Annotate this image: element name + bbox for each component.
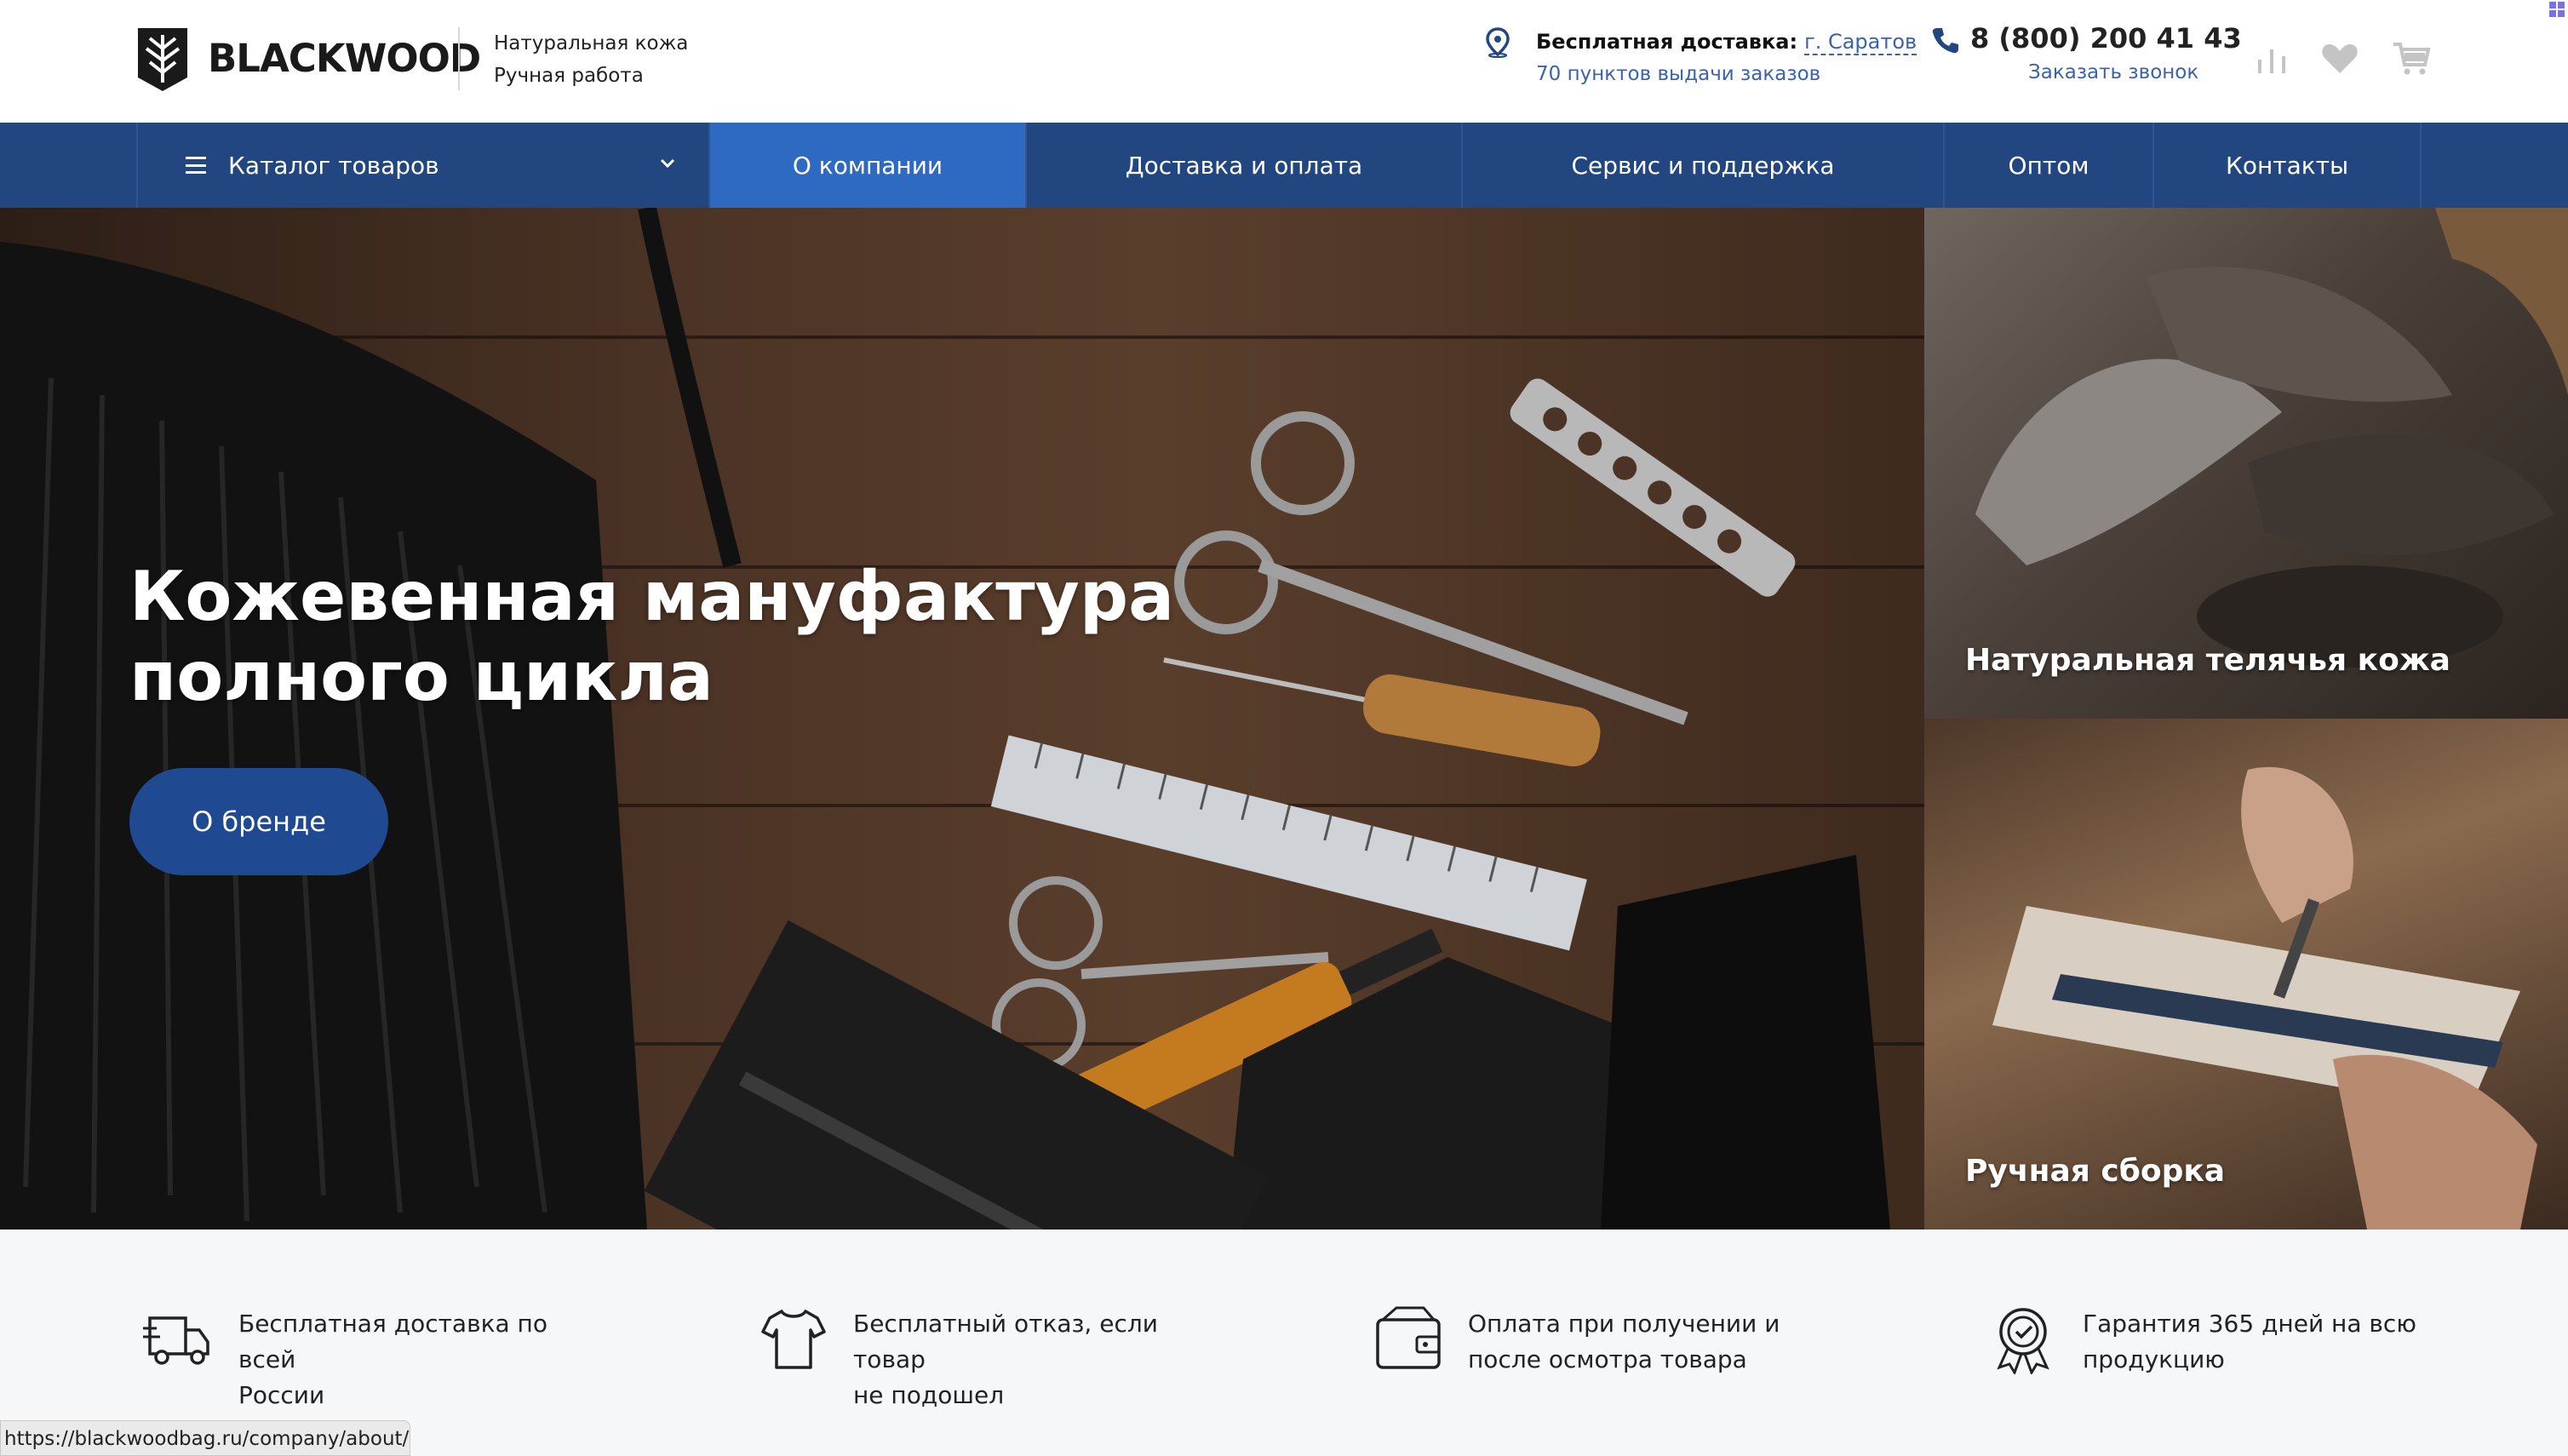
- feature-payment-line-1: Оплата при получении и: [1468, 1310, 1780, 1338]
- logo-text: BLACKWOOD: [208, 35, 481, 81]
- feature-guarantee-line-1: Гарантия 365 дней на всю: [2083, 1310, 2416, 1338]
- hero-title-line-1: Кожевенная мануфактура: [129, 557, 1175, 636]
- feature-guarantee: Гарантия 365 дней на всю продукцию: [1987, 1303, 2440, 1378]
- catalog-menu-button[interactable]: Каталог товаров: [136, 123, 710, 208]
- feature-return-line-1: Бесплатный отказ, если товар: [853, 1310, 1158, 1373]
- phone-icon: [1932, 28, 1958, 54]
- extension-icon[interactable]: [2549, 2, 2565, 17]
- hamburger-icon: [186, 157, 206, 174]
- feature-delivery-line-1: Бесплатная доставка по всей: [238, 1310, 547, 1373]
- status-bar-url: https://blackwoodbag.ru/company/about/: [0, 1420, 410, 1456]
- blackwood-logo-icon: [138, 28, 187, 91]
- nav-item-service[interactable]: Сервис и поддержка: [1463, 123, 1945, 208]
- hero-banner[interactable]: Кожевенная мануфактура полного цикла О б…: [0, 208, 1924, 1230]
- cart-icon[interactable]: [2391, 37, 2432, 78]
- feature-guarantee-line-2: продукцию: [2083, 1345, 2225, 1373]
- side-panel-leather-label: Натуральная телячья кожа: [1965, 643, 2450, 678]
- feature-delivery: Бесплатная доставка по всей России: [143, 1303, 596, 1413]
- main-navigation: Каталог товаров О компании Доставка и оп…: [0, 123, 2568, 208]
- side-panel-leather[interactable]: Натуральная телячья кожа: [1924, 208, 2568, 719]
- favorites-heart-icon[interactable]: [2319, 37, 2360, 78]
- feature-return: Бесплатный отказ, если товар не подошел: [758, 1303, 1211, 1413]
- hero-title: Кожевенная мануфактура полного цикла: [129, 557, 1174, 717]
- feature-payment: Оплата при получении и после осмотра тов…: [1373, 1303, 1826, 1378]
- feature-delivery-line-2: России: [238, 1381, 325, 1409]
- nav-item-contacts[interactable]: Контакты: [2154, 123, 2422, 208]
- tshirt-icon: [761, 1310, 826, 1369]
- tagline-line-2: Ручная работа: [494, 65, 644, 87]
- wallet-icon: [1376, 1306, 1441, 1369]
- catalog-label: Каталог товаров: [228, 151, 439, 180]
- city-selector[interactable]: г. Саратов: [1804, 30, 1917, 55]
- delivery-info: Бесплатная доставка: г. Саратов 70 пункто…: [1536, 26, 1917, 90]
- tagline: Натуральная кожа Ручная работа: [494, 27, 688, 92]
- chevron-down-icon: [660, 158, 675, 169]
- pickup-points-link[interactable]: 70 пунктов выдачи заказов: [1536, 58, 1917, 90]
- nav-item-about[interactable]: О компании: [710, 123, 1027, 208]
- leather-rolls-image: [1975, 208, 2568, 668]
- site-logo[interactable]: BLACKWOOD: [135, 22, 481, 94]
- nav-item-delivery[interactable]: Доставка и оплата: [1027, 123, 1463, 208]
- location-pin-icon: [1486, 27, 1510, 58]
- guarantee-badge-icon: [1997, 1308, 2049, 1374]
- handmade-assembly-image: [1992, 766, 2537, 1230]
- delivery-truck-icon: [143, 1316, 209, 1365]
- hero-title-line-2: полного цикла: [129, 637, 714, 716]
- site-header: BLACKWOOD Натуральная кожа Ручная работа…: [0, 0, 2568, 123]
- hero-image: [0, 208, 1890, 1230]
- tagline-line-1: Натуральная кожа: [494, 32, 689, 54]
- nav-item-wholesale[interactable]: Оптом: [1945, 123, 2154, 208]
- tagline-divider: [458, 27, 460, 90]
- callback-link[interactable]: Заказать звонок: [2028, 61, 2198, 83]
- phone-number[interactable]: 8 (800) 200 41 43: [1970, 22, 2242, 54]
- feature-payment-line-2: после осмотра товара: [1468, 1345, 1747, 1373]
- feature-return-line-2: не подошел: [853, 1381, 1005, 1409]
- side-panel-handmade-label: Ручная сборка: [1965, 1154, 2226, 1189]
- compare-icon[interactable]: [2251, 37, 2292, 78]
- about-brand-button[interactable]: О бренде: [129, 768, 388, 875]
- delivery-label: Бесплатная доставка:: [1536, 30, 1798, 54]
- side-panel-handmade[interactable]: Ручная сборка: [1924, 719, 2568, 1230]
